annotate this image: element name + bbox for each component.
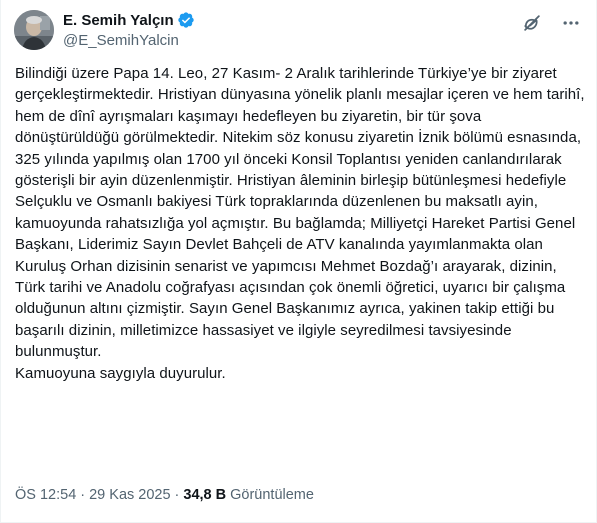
avatar-photo <box>14 10 54 50</box>
more-options-icon[interactable] <box>561 13 581 33</box>
tweet-time[interactable]: ÖS 12:54 <box>15 487 76 503</box>
views-label: Görüntüleme <box>230 487 314 503</box>
tweet-date[interactable]: 29 Kas 2025 <box>89 487 170 503</box>
tweet-text: Bilindiği üzere Papa 14. Leo, 27 Kasım- … <box>15 65 585 382</box>
author-names: E. Semih Yalçın @E_SemihYalcin <box>63 10 195 49</box>
grok-icon[interactable] <box>521 12 543 34</box>
meta-separator: · <box>174 487 180 503</box>
header-actions <box>521 12 581 34</box>
avatar[interactable] <box>14 10 54 50</box>
tweet-card: E. Semih Yalçın @E_SemihYalcin Bilindiği… <box>0 0 597 523</box>
verified-badge-icon[interactable] <box>177 11 195 29</box>
author-display-name[interactable]: E. Semih Yalçın <box>63 12 174 29</box>
meta-separator: · <box>80 487 86 503</box>
tweet-metadata: ÖS 12:54 · 29 Kas 2025 · 34,8 B Görüntül… <box>15 487 314 503</box>
left-border <box>0 0 1 523</box>
author-handle[interactable]: @E_SemihYalcin <box>63 32 195 49</box>
tweet-header: E. Semih Yalçın @E_SemihYalcin <box>14 10 581 54</box>
views-count[interactable]: 34,8 B <box>183 487 226 503</box>
